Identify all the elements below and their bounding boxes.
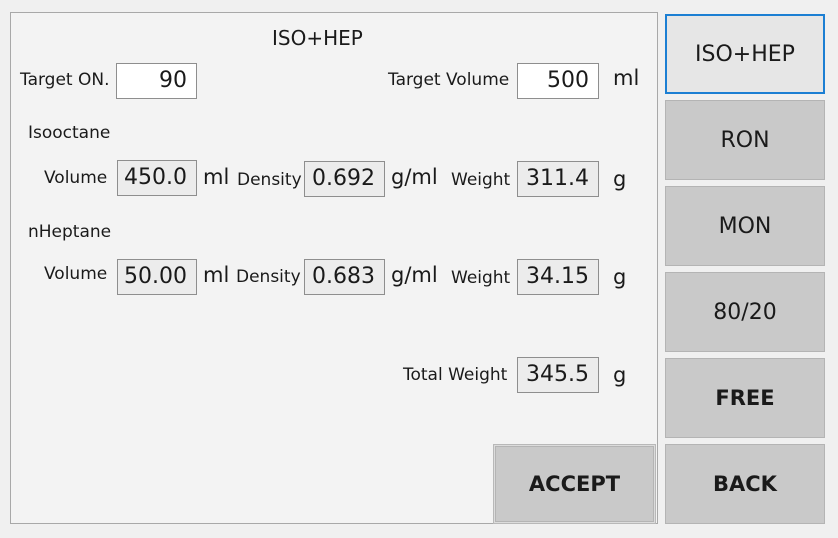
- isooctane-volume-label: Volume: [44, 168, 108, 188]
- nheptane-weight-value: 34.15: [517, 259, 599, 295]
- nheptane-volume-unit: ml: [203, 263, 230, 287]
- back-button[interactable]: BACK: [665, 444, 825, 524]
- total-weight-value: 345.5: [517, 357, 599, 393]
- isooctane-density-value: 0.692: [304, 161, 385, 197]
- target-on-input[interactable]: 90: [116, 63, 197, 99]
- mode-ron-button[interactable]: RON: [665, 100, 825, 180]
- mode-80-20-button[interactable]: 80/20: [665, 272, 825, 352]
- page-title: ISO+HEP: [272, 26, 363, 50]
- isooctane-volume-value: 450.0: [117, 160, 197, 196]
- nheptane-weight-label: Weight: [451, 268, 511, 288]
- nheptane-volume-label: Volume: [44, 264, 108, 284]
- mode-iso-hep-button[interactable]: ISO+HEP: [665, 14, 825, 94]
- nheptane-density-label: Density: [236, 267, 301, 287]
- isooctane-weight-value: 311.4: [517, 161, 599, 197]
- isooctane-density-unit: g/ml: [391, 165, 438, 189]
- isooctane-density-label: Density: [237, 170, 302, 190]
- total-weight-label: Total Weight: [403, 365, 508, 385]
- target-on-label: Target ON.: [20, 70, 110, 90]
- mode-free-button[interactable]: FREE: [665, 358, 825, 438]
- nheptane-volume-value: 50.00: [117, 259, 197, 295]
- target-volume-label: Target Volume: [388, 70, 510, 90]
- nheptane-weight-unit: g: [613, 265, 627, 289]
- nheptane-heading: nHeptane: [28, 222, 112, 242]
- nheptane-density-value: 0.683: [304, 259, 385, 295]
- nheptane-density-unit: g/ml: [391, 263, 438, 287]
- isooctane-volume-unit: ml: [203, 165, 230, 189]
- mode-mon-button[interactable]: MON: [665, 186, 825, 266]
- isooctane-weight-unit: g: [613, 167, 627, 191]
- accept-button[interactable]: ACCEPT: [495, 446, 654, 522]
- target-volume-input[interactable]: 500: [517, 63, 599, 99]
- isooctane-weight-label: Weight: [451, 170, 511, 190]
- target-volume-unit: ml: [613, 66, 640, 90]
- total-weight-unit: g: [613, 363, 627, 387]
- isooctane-heading: Isooctane: [28, 123, 111, 143]
